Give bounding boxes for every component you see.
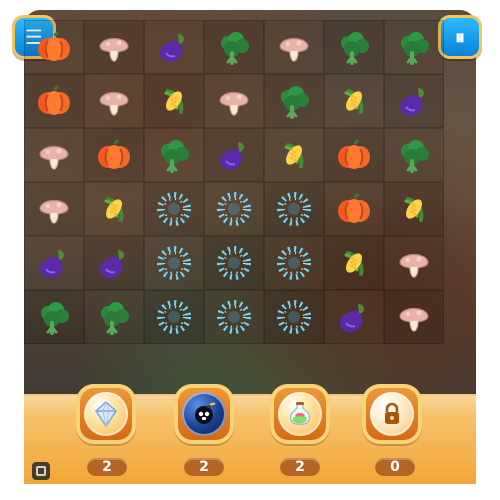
corn-icon[interactable]: [334, 81, 374, 121]
corn-icon[interactable]: [94, 189, 134, 229]
booster-locked[interactable]: [362, 384, 422, 444]
sparkle-icon: [154, 189, 194, 229]
corn-icon[interactable]: [274, 135, 314, 175]
lock-icon: [385, 402, 399, 424]
diamond-icon: [95, 400, 117, 428]
eggplant-icon[interactable]: [94, 243, 134, 283]
booster-bomb[interactable]: [174, 384, 234, 444]
sparkle-icon: [154, 297, 194, 337]
sparkle-icon: [154, 243, 194, 283]
mushroom-icon[interactable]: [34, 189, 74, 229]
booster-diamond-icon-wrap: [84, 392, 128, 436]
mushroom-icon[interactable]: [94, 81, 134, 121]
broccoli-icon[interactable]: [394, 27, 434, 67]
sparkle-icon: [274, 189, 314, 229]
broccoli-icon[interactable]: [214, 27, 254, 67]
booster-potion-count: 2: [280, 458, 320, 476]
mushroom-icon[interactable]: [34, 135, 74, 175]
broccoli-icon[interactable]: [34, 297, 74, 337]
booster-diamond-count: 2: [87, 458, 127, 476]
pumpkin-icon[interactable]: [34, 81, 74, 121]
pumpkin-icon[interactable]: [334, 135, 374, 175]
booster-locked-icon-wrap: [370, 392, 414, 436]
sparkle-icon: [214, 243, 254, 283]
booster-potion[interactable]: [270, 384, 330, 444]
corn-icon[interactable]: [154, 81, 194, 121]
match-board[interactable]: [24, 20, 474, 362]
sparkle-icon: [274, 297, 314, 337]
sparkle-icon: [274, 243, 314, 283]
corn-icon[interactable]: [334, 243, 374, 283]
mushroom-icon[interactable]: [274, 27, 314, 67]
sparkle-icon: [214, 189, 254, 229]
booster-locked-count: 0: [375, 458, 415, 476]
bomb-icon: [195, 402, 216, 424]
booster-diamond[interactable]: [76, 384, 136, 444]
screenshot-icon[interactable]: [32, 462, 50, 480]
mushroom-icon[interactable]: [394, 243, 434, 283]
eggplant-icon[interactable]: [34, 243, 74, 283]
pumpkin-icon[interactable]: [34, 27, 74, 67]
pumpkin-icon[interactable]: [334, 189, 374, 229]
broccoli-icon[interactable]: [274, 81, 314, 121]
corn-icon[interactable]: [394, 189, 434, 229]
pumpkin-icon[interactable]: [94, 135, 134, 175]
broccoli-icon[interactable]: [154, 135, 194, 175]
mushroom-icon[interactable]: [94, 27, 134, 67]
eggplant-icon[interactable]: [394, 81, 434, 121]
broccoli-icon[interactable]: [94, 297, 134, 337]
eggplant-icon[interactable]: [334, 297, 374, 337]
booster-potion-icon-wrap: [278, 392, 322, 436]
booster-bomb-count: 2: [184, 458, 224, 476]
eggplant-icon[interactable]: [214, 135, 254, 175]
mushroom-icon[interactable]: [214, 81, 254, 121]
booster-bomb-icon-wrap: [182, 392, 226, 436]
broccoli-icon[interactable]: [334, 27, 374, 67]
broccoli-icon[interactable]: [394, 135, 434, 175]
potion-icon: [289, 402, 311, 425]
eggplant-icon[interactable]: [154, 27, 194, 67]
mushroom-icon[interactable]: [394, 297, 434, 337]
sparkle-icon: [214, 297, 254, 337]
